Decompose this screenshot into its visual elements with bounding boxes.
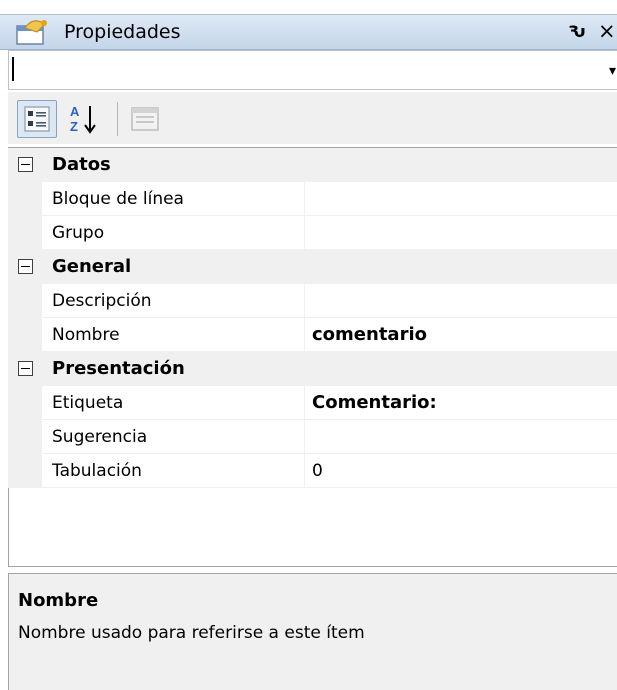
category-label: Datos: [52, 154, 111, 175]
categorized-icon: [24, 106, 50, 132]
description-title: Nombre: [18, 590, 99, 611]
property-pages-icon: [131, 107, 159, 131]
category-row-general[interactable]: General: [8, 250, 617, 284]
alphabetical-sort-button[interactable]: A Z: [66, 100, 106, 138]
toolbar-separator: [117, 102, 118, 136]
sort-az-icon: A Z: [70, 104, 96, 134]
property-row-nombre[interactable]: Nombre comentario: [8, 318, 617, 352]
properties-panel: Propiedades Ԅ × ▾ A Z Datos Bloque de lí…: [0, 0, 617, 690]
categorized-view-button[interactable]: [17, 100, 57, 138]
category-row-presentacion[interactable]: Presentación: [8, 352, 617, 386]
chevron-down-icon[interactable]: ▾: [609, 63, 616, 79]
row-divider: [42, 487, 617, 488]
property-row-descripcion[interactable]: Descripción: [8, 284, 617, 318]
collapse-toggle-icon[interactable]: [18, 157, 33, 172]
column-splitter: [304, 182, 305, 216]
column-splitter: [304, 318, 305, 352]
property-pages-button[interactable]: [128, 104, 162, 134]
property-value[interactable]: 0: [312, 461, 323, 481]
property-name: Sugerencia: [52, 427, 148, 447]
category-label: Presentación: [52, 358, 185, 379]
row-margin: [8, 216, 42, 250]
collapse-toggle-icon[interactable]: [18, 259, 33, 274]
properties-window-icon: [15, 18, 49, 46]
category-label: General: [52, 256, 132, 277]
row-margin: [8, 318, 42, 352]
column-splitter: [304, 454, 305, 488]
property-name: Grupo: [52, 223, 105, 243]
close-icon[interactable]: ×: [598, 19, 616, 43]
description-text: Nombre usado para referirse a este ítem: [18, 623, 365, 643]
category-row-datos[interactable]: Datos: [8, 148, 617, 182]
property-row-grupo[interactable]: Grupo: [8, 216, 617, 250]
property-name: Descripción: [52, 291, 152, 311]
property-name: Etiqueta: [52, 393, 124, 413]
text-caret: [12, 57, 14, 81]
row-margin: [8, 386, 42, 420]
property-name: Bloque de línea: [52, 189, 184, 209]
property-name: Tabulación: [52, 461, 142, 481]
title-bar: Propiedades Ԅ ×: [0, 14, 617, 50]
window-title: Propiedades: [64, 21, 181, 43]
row-margin: [8, 182, 42, 216]
pin-icon[interactable]: Ԅ: [568, 22, 586, 41]
object-selector-dropdown[interactable]: ▾: [8, 50, 617, 90]
svg-text:Z: Z: [70, 119, 78, 134]
column-splitter: [304, 386, 305, 420]
row-margin: [8, 420, 42, 454]
property-row-tabulacion[interactable]: Tabulación 0: [8, 454, 617, 488]
row-margin: [8, 454, 42, 488]
column-splitter: [304, 420, 305, 454]
svg-text:A: A: [70, 104, 80, 119]
property-row-bloque-de-linea[interactable]: Bloque de línea: [8, 182, 617, 216]
property-row-etiqueta[interactable]: Etiqueta Comentario:: [8, 386, 617, 420]
property-row-sugerencia[interactable]: Sugerencia: [8, 420, 617, 454]
property-name: Nombre: [52, 325, 120, 345]
row-margin: [8, 284, 42, 318]
property-value[interactable]: Comentario:: [312, 392, 437, 413]
column-splitter: [304, 216, 305, 250]
property-value[interactable]: comentario: [312, 324, 427, 345]
column-splitter: [304, 284, 305, 318]
collapse-toggle-icon[interactable]: [18, 361, 33, 376]
